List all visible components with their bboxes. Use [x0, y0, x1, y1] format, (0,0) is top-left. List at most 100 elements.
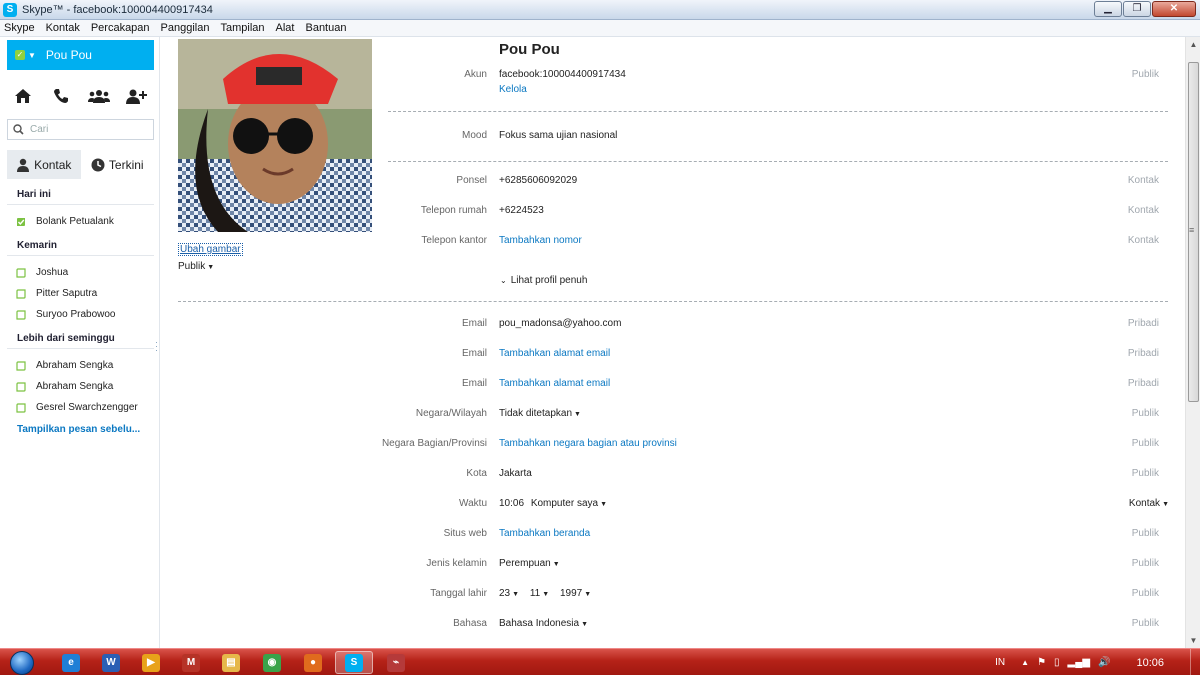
taskbar-app[interactable]: ⌁ — [377, 651, 415, 674]
contact-name: Joshua — [36, 267, 69, 278]
mood-row: Mood Fokus sama ujian nasional — [160, 130, 1185, 144]
mood-label: Mood — [461, 130, 487, 141]
website-row: Situs web Tambahkan beranda Publik — [160, 528, 1185, 542]
language-indicator[interactable]: IN — [995, 657, 1005, 668]
taskbar-app[interactable]: ● — [294, 651, 332, 674]
detail-row: Email Tambahkan alamat email Pribadi — [160, 348, 1185, 362]
language-dropdown[interactable]: Bahasa Indonesia ▼ — [499, 618, 588, 629]
offline-status-icon — [16, 381, 26, 392]
phone-visibility: Kontak — [1127, 205, 1159, 216]
phone-label: Ponsel — [456, 175, 487, 186]
phone-icon[interactable] — [50, 86, 72, 106]
language-visibility: Publik — [1131, 618, 1159, 629]
menu-tampilan[interactable]: Tampilan — [220, 22, 264, 34]
show-hidden-icons[interactable]: ▲ — [1021, 658, 1029, 667]
time-row: Waktu 10:06 Komputer saya ▼ Kontak ▼ — [160, 498, 1185, 512]
website-label: Situs web — [443, 528, 487, 539]
online-status-icon — [17, 217, 25, 226]
manage-link[interactable]: Kelola — [499, 84, 527, 95]
mood-value[interactable]: Fokus sama ujian nasional — [499, 130, 617, 141]
taskbar-app[interactable]: W — [92, 651, 130, 674]
birth-year-dropdown[interactable]: 1997 ▼ — [560, 588, 591, 599]
scroll-up-icon[interactable]: ▲ — [1186, 37, 1200, 52]
show-desktop-button[interactable] — [1190, 649, 1200, 675]
phone-value[interactable]: +6224523 — [499, 205, 544, 216]
menu-skype[interactable]: Skype — [4, 22, 35, 34]
chrome-icon: ◉ — [263, 653, 281, 672]
signal-icon[interactable]: ▂▄▆ — [1068, 657, 1090, 668]
detail-row: Negara Bagian/Provinsi Tambahkan negara … — [160, 438, 1185, 452]
detail-value[interactable]: Jakarta — [499, 468, 532, 479]
phone-label: Telepon kantor — [421, 235, 487, 246]
flag-icon[interactable]: ⚑ — [1037, 657, 1046, 668]
add-province-link[interactable]: Tambahkan negara bagian atau provinsi — [499, 438, 677, 449]
taskbar-app[interactable]: M — [172, 651, 210, 674]
tab-kontak[interactable]: Kontak — [7, 150, 81, 179]
time-visibility-dropdown[interactable]: Kontak ▼ — [1129, 498, 1169, 509]
add-email-link[interactable]: Tambahkan alamat email — [499, 348, 610, 359]
contact-item[interactable]: Suryoo Prabowoo — [7, 304, 154, 325]
search-input[interactable]: Cari — [7, 119, 154, 140]
system-tray: IN ▲ ⚑ ▯ ▂▄▆ 🔊 10:06 — [995, 649, 1200, 675]
menu-alat[interactable]: Alat — [276, 22, 295, 34]
taskbar-app[interactable]: ◉ — [253, 651, 291, 674]
country-dropdown[interactable]: Tidak ditetapkan ▼ — [499, 408, 581, 419]
group-icon[interactable] — [88, 86, 110, 106]
taskbar-app[interactable]: e — [52, 651, 90, 674]
picture-visibility-dropdown[interactable]: Publik ▼ — [178, 261, 214, 272]
contact-item[interactable]: Joshua — [7, 262, 154, 283]
detail-value[interactable]: pou_madonsa@yahoo.com — [499, 318, 621, 329]
maximize-button[interactable]: ❐ — [1123, 1, 1151, 17]
contact-item[interactable]: Bolank Petualank — [7, 211, 154, 232]
contact-name: Pitter Saputra — [36, 288, 98, 299]
time-source-dropdown[interactable]: Komputer saya ▼ — [531, 498, 607, 509]
language-value: Bahasa Indonesia — [499, 618, 580, 629]
menu-percakapan[interactable]: Percakapan — [91, 22, 150, 34]
time-value: 10:06 — [499, 498, 525, 509]
show-older-messages-link[interactable]: Tampilkan pesan sebelu... — [7, 424, 154, 435]
birth-day-dropdown[interactable]: 23 ▼ — [499, 588, 519, 599]
menu-kontak[interactable]: Kontak — [46, 22, 80, 34]
minimize-button[interactable]: ▁ — [1094, 1, 1122, 17]
scroll-down-icon[interactable]: ▼ — [1186, 633, 1200, 648]
grip-icon: ≡ — [1189, 225, 1195, 235]
tab-terkini[interactable]: Terkini — [81, 150, 155, 179]
battery-icon[interactable]: ▯ — [1054, 657, 1060, 668]
account-value: facebook:100004400917434 — [499, 69, 626, 80]
detail-label: Email — [461, 318, 487, 329]
phone-row: Ponsel +6285606092029 Kontak — [160, 175, 1185, 189]
panel-splitter[interactable]: · · · — [155, 338, 159, 355]
contact-item[interactable]: Abraham Sengka — [7, 355, 154, 376]
contact-item[interactable]: Pitter Saputra — [7, 283, 154, 304]
nav-toolbar — [8, 85, 152, 107]
add-contact-icon[interactable] — [126, 86, 148, 106]
gender-dropdown[interactable]: Perempuan ▼ — [499, 558, 560, 569]
contact-name: Bolank Petualank — [36, 216, 114, 227]
taskbar-app[interactable]: ▶ — [132, 651, 170, 674]
taskbar-app-active[interactable]: S — [335, 651, 373, 674]
add-email-link[interactable]: Tambahkan alamat email — [499, 378, 610, 389]
home-icon[interactable] — [12, 86, 34, 106]
menu-bantuan[interactable]: Bantuan — [305, 22, 346, 34]
contact-item[interactable]: Gesrel Swarchzengger — [7, 397, 154, 418]
phone-value[interactable]: +6285606092029 — [499, 175, 577, 186]
skype-icon: S — [345, 653, 363, 672]
volume-icon[interactable]: 🔊 — [1098, 657, 1110, 668]
taskbar-app[interactable]: ▤ — [212, 651, 250, 674]
search-icon — [13, 124, 24, 135]
clock[interactable]: 10:06 — [1136, 657, 1164, 669]
divider — [178, 301, 1168, 302]
picture-visibility-value: Publik — [178, 261, 206, 272]
online-status-icon: ✓ — [15, 50, 25, 60]
birth-year-value: 1997 — [559, 588, 583, 599]
contact-item[interactable]: Abraham Sengka — [7, 376, 154, 397]
start-button[interactable] — [4, 649, 40, 675]
full-profile-toggle[interactable]: ⌄ Lihat profil penuh — [500, 275, 587, 286]
profile-button[interactable]: ✓ ▼ Pou Pou — [7, 40, 154, 70]
add-website-link[interactable]: Tambahkan beranda — [499, 528, 590, 539]
vertical-scrollbar[interactable]: ▲ ≡ ▼ — [1185, 37, 1200, 648]
add-number-link[interactable]: Tambahkan nomor — [499, 235, 582, 246]
birth-month-dropdown[interactable]: 11 ▼ — [530, 588, 549, 599]
menu-panggilan[interactable]: Panggilan — [161, 22, 210, 34]
close-button[interactable]: ✕ — [1152, 1, 1196, 17]
